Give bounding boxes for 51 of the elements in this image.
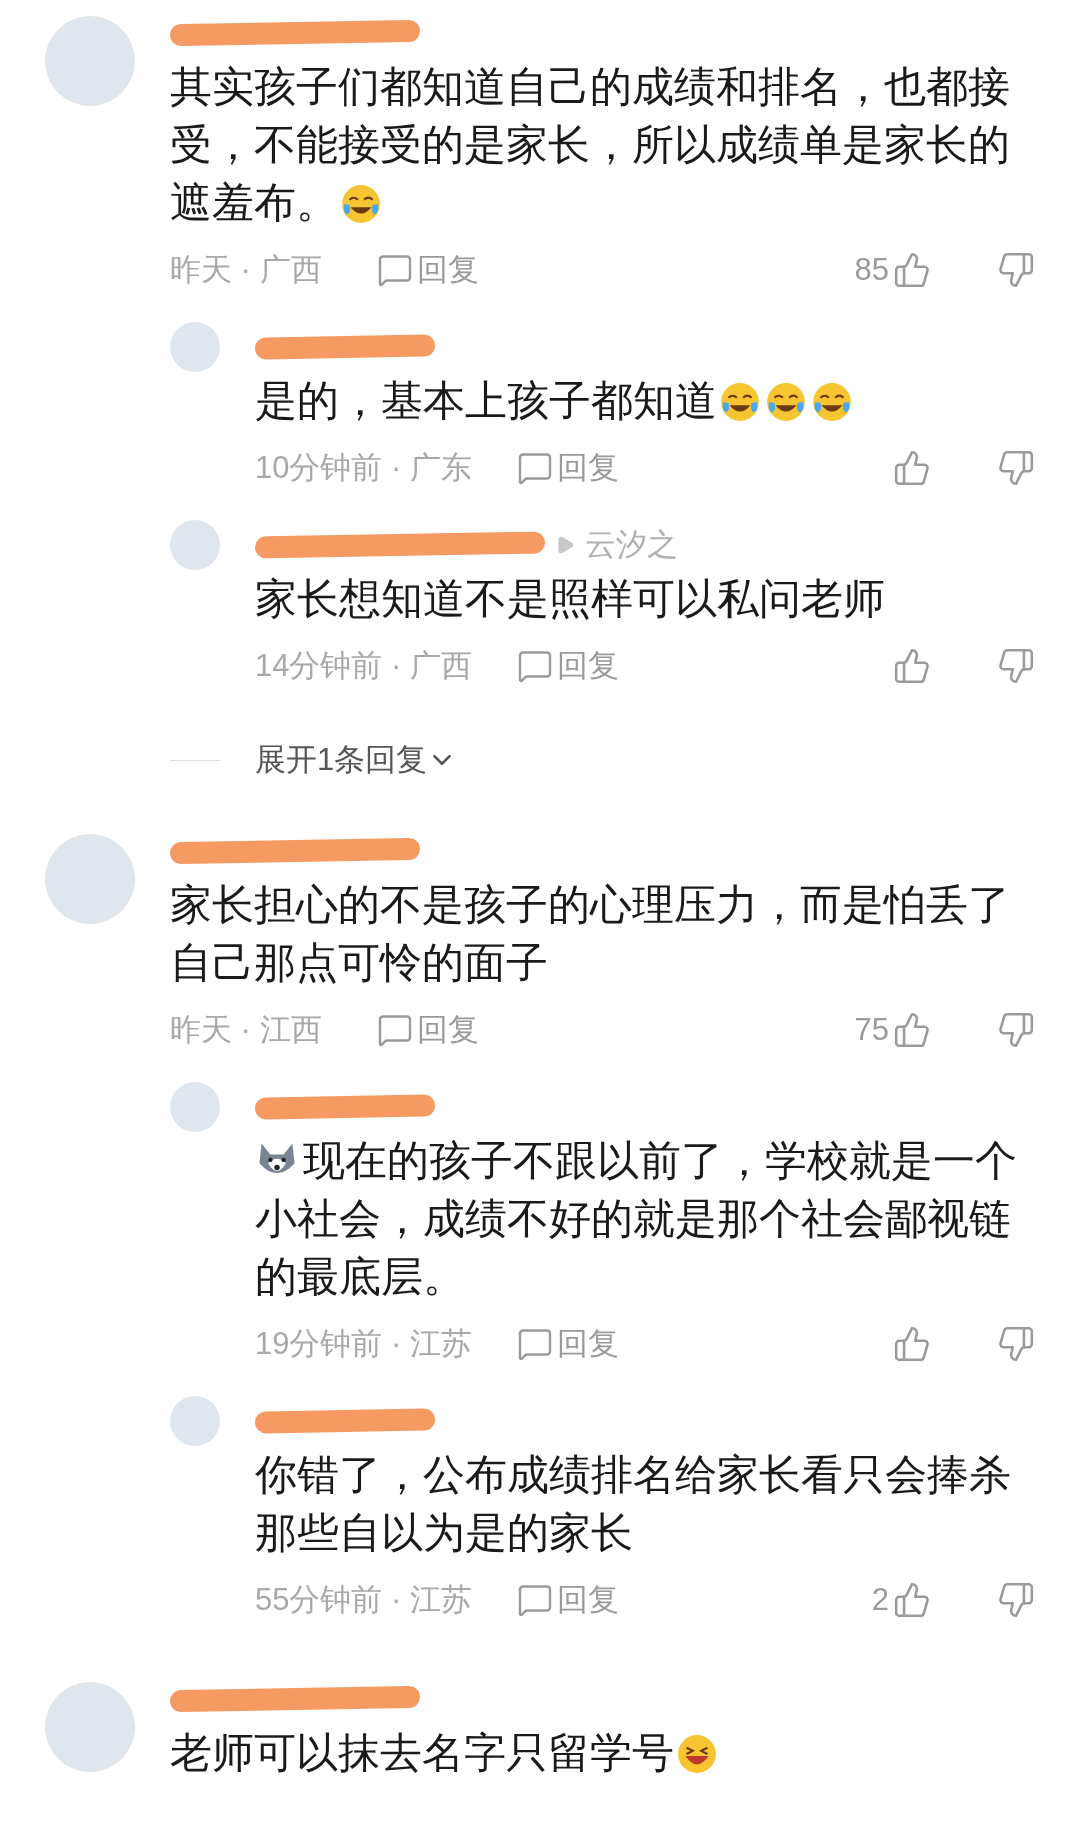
reply-button[interactable]: 回复 xyxy=(517,1576,620,1624)
like-button[interactable]: 2 xyxy=(871,1576,931,1624)
reply-to-name: 云汐之 xyxy=(585,525,678,564)
like-button[interactable] xyxy=(893,1325,931,1363)
reply-button[interactable]: 回复 xyxy=(517,444,620,492)
thumbs-up-icon xyxy=(893,251,931,289)
comment-icon xyxy=(517,450,554,486)
comment-text: 现在的孩子不跟以前了，学校就是一个小社会，成绩不好的就是那个社会鄙视链的最底层。 xyxy=(255,1136,1018,1302)
thumbs-down-icon[interactable] xyxy=(997,449,1035,487)
comment-text: 家长想知道不是照样可以私问老师 xyxy=(255,574,886,624)
reply-button[interactable]: 回复 xyxy=(376,1006,479,1054)
time-location: 19分钟前 · 江苏 xyxy=(255,1324,473,1363)
comment-icon xyxy=(376,1012,413,1048)
comment-text: 你错了，公布成绩排名给家长看只会捧杀那些自以为是的家长 xyxy=(255,1450,1012,1558)
comment-icon xyxy=(517,1326,554,1362)
reply-button[interactable]: 回复 xyxy=(517,1320,620,1368)
time-location: 昨天 · 广西 xyxy=(170,250,322,289)
comment-text: 老师可以抹去名字只留学号 xyxy=(170,1724,1035,1782)
triangle-icon xyxy=(555,535,575,555)
like-button[interactable] xyxy=(893,449,931,487)
comment-text: 家长担心的不是孩子的心理压力，而是怕丢了自己那点可怜的面子 xyxy=(170,880,1011,988)
comment-icon xyxy=(376,252,413,288)
grinning-emoji-icon xyxy=(676,1733,718,1775)
thumbs-down-icon[interactable] xyxy=(997,647,1035,685)
crying-laughing-emoji-icon xyxy=(340,183,382,225)
thumbs-up-icon xyxy=(893,1581,931,1619)
crying-laughing-emoji-icon xyxy=(765,381,807,423)
thumbs-down-icon[interactable] xyxy=(997,251,1035,289)
reply-button[interactable]: 回复 xyxy=(517,642,620,690)
crying-laughing-emoji-icon xyxy=(719,381,761,423)
comment-icon xyxy=(517,648,554,684)
expand-replies-link[interactable]: 展开1条回复 xyxy=(255,736,458,784)
time-location: 10分钟前 · 广东 xyxy=(255,448,473,487)
like-button[interactable]: 85 xyxy=(854,246,931,294)
time-location: 55分钟前 · 江苏 xyxy=(255,1580,473,1619)
like-button[interactable] xyxy=(893,647,931,685)
thumbs-up-icon xyxy=(893,1011,931,1049)
comment-icon xyxy=(517,1582,554,1618)
reply-button[interactable]: 回复 xyxy=(376,246,479,294)
thumbs-down-icon[interactable] xyxy=(997,1011,1035,1049)
time-location: 昨天 · 江西 xyxy=(170,1010,322,1049)
thumbs-up-icon xyxy=(893,449,931,487)
thumbs-down-icon[interactable] xyxy=(997,1325,1035,1363)
time-location: 14分钟前 · 广西 xyxy=(255,646,473,685)
comment-text: 其实孩子们都知道自己的成绩和排名，也都接受，不能接受的是家长，所以成绩单是家长的遮羞布。 xyxy=(170,62,1011,228)
like-button[interactable]: 75 xyxy=(854,1006,931,1054)
comment-text: 是的，基本上孩子都知道 xyxy=(255,372,1035,430)
thumbs-up-icon xyxy=(893,1325,931,1363)
crying-laughing-emoji-icon xyxy=(811,381,853,423)
thumbs-up-icon xyxy=(893,647,931,685)
thumbs-down-icon[interactable] xyxy=(997,1581,1035,1619)
